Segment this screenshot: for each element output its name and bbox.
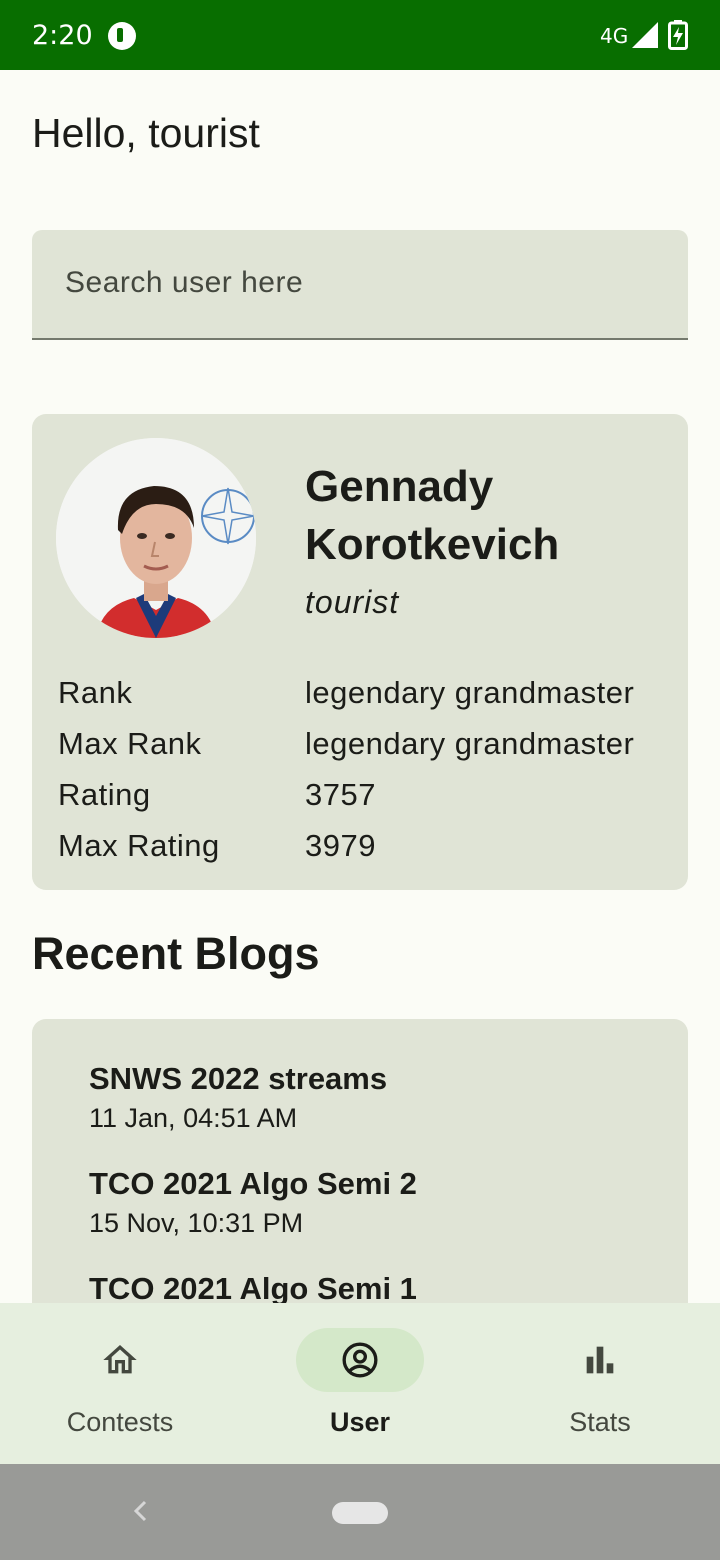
stat-value: 3757 (305, 777, 376, 812)
blog-item[interactable]: SNWS 2022 streams 11 Jan, 04:51 AM (89, 1061, 387, 1134)
nav-label: Stats (569, 1407, 631, 1437)
home-icon (103, 1345, 137, 1374)
nav-item-contests[interactable]: Contests (0, 1303, 240, 1464)
bottom-navigation: Contests User Stats (0, 1303, 720, 1464)
profile-name: Gennady Korotkevich (305, 462, 560, 569)
app-notification-icon (108, 22, 136, 50)
blog-date: 11 Jan, 04:51 AM (89, 1103, 298, 1133)
signal-icon (632, 22, 658, 48)
profile-photo (56, 438, 256, 638)
system-navigation-bar (0, 1464, 720, 1560)
stat-label: Max Rating (58, 828, 220, 863)
stat-value: legendary grandmaster (305, 675, 635, 710)
nav-icon-container (296, 1328, 424, 1392)
status-bar: 2:20 4G (0, 0, 720, 70)
nav-label: Contests (66, 1407, 174, 1437)
nav-label: User (329, 1407, 391, 1437)
search-input[interactable]: Search user here (32, 230, 688, 340)
stat-label: Rating (58, 777, 151, 812)
nav-item-user[interactable]: User (240, 1303, 480, 1464)
search-placeholder: Search user here (65, 266, 304, 299)
recent-blogs-heading: Recent Blogs (32, 928, 320, 979)
home-pill-icon[interactable] (332, 1502, 388, 1524)
blog-item[interactable]: TCO 2021 Algo Semi 1 (89, 1271, 417, 1307)
greeting-title: Hello, tourist (32, 110, 260, 156)
stat-value: 3979 (305, 828, 376, 863)
status-time: 2:20 (32, 20, 93, 51)
stat-value: legendary grandmaster (305, 726, 635, 761)
nav-icon-container (536, 1328, 664, 1392)
profile-handle: tourist (305, 584, 400, 620)
back-chevron-icon[interactable] (128, 1496, 152, 1526)
battery-charging-icon (668, 20, 688, 50)
stat-label: Max Rank (58, 726, 202, 761)
blogs-list: SNWS 2022 streams 11 Jan, 04:51 AM TCO 2… (32, 1019, 688, 1319)
account-circle-icon (342, 1342, 378, 1378)
profile-card: Gennady Korotkevich tourist Rank legenda… (32, 414, 688, 890)
bar-chart-icon (586, 1346, 614, 1374)
blog-date: 15 Nov, 10:31 PM (89, 1208, 304, 1238)
nav-icon-container (56, 1328, 184, 1392)
network-type: 4G (600, 24, 629, 48)
blog-title: SNWS 2022 streams (89, 1061, 388, 1096)
nav-item-stats[interactable]: Stats (480, 1303, 720, 1464)
blog-title: TCO 2021 Algo Semi 2 (89, 1166, 417, 1201)
stat-label: Rank (58, 675, 133, 710)
blog-title: TCO 2021 Algo Semi 1 (89, 1271, 417, 1306)
avatar (56, 438, 256, 638)
blog-item[interactable]: TCO 2021 Algo Semi 2 15 Nov, 10:31 PM (89, 1166, 417, 1239)
